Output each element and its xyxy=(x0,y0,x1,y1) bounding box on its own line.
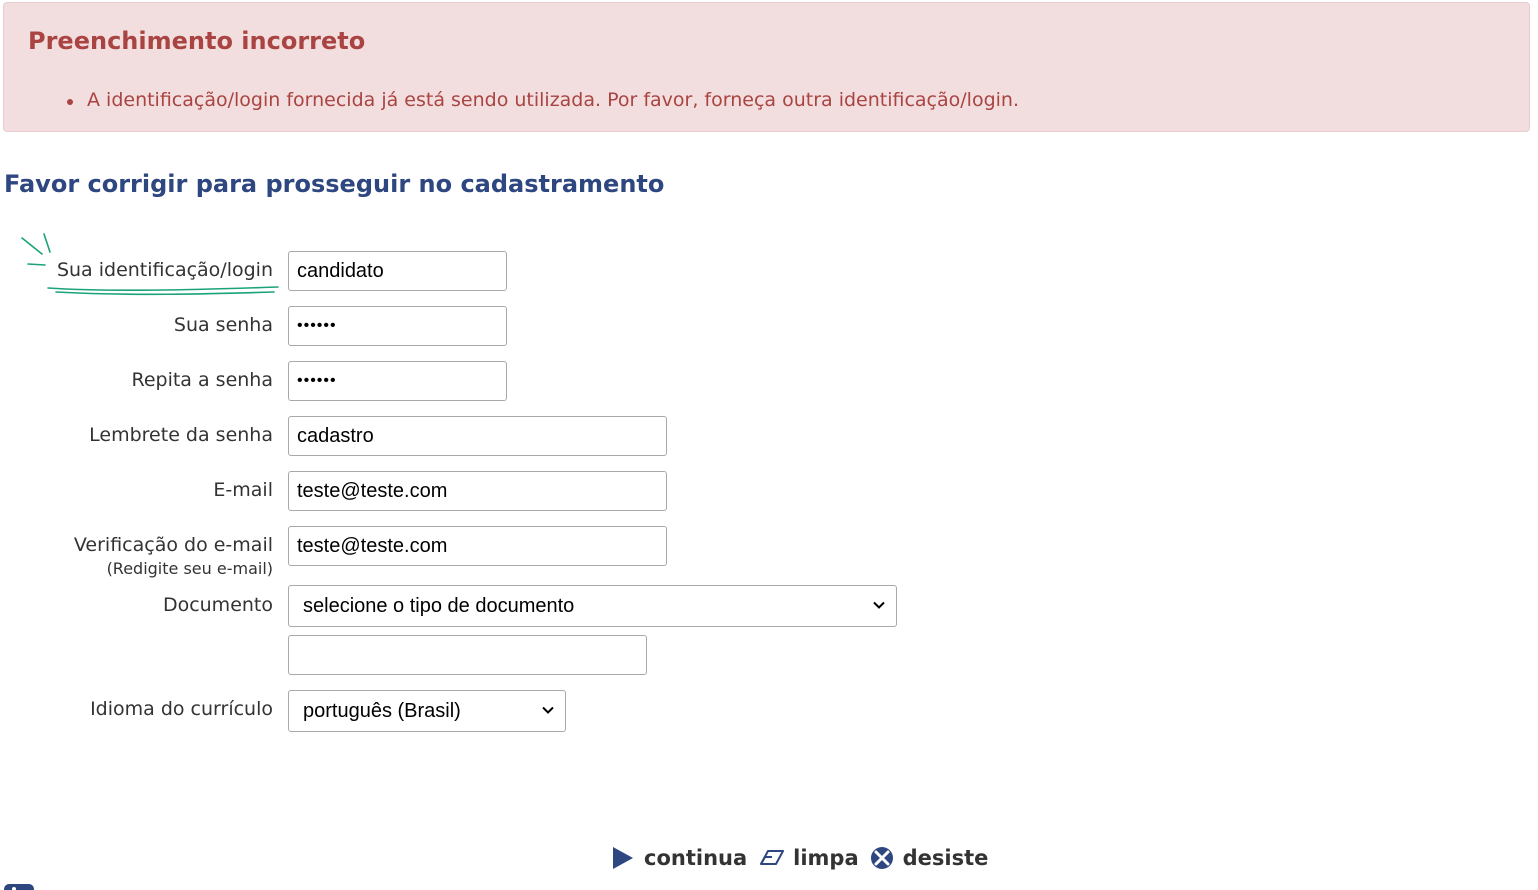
cancel-button[interactable]: desiste xyxy=(869,845,989,871)
clear-label: limpa xyxy=(793,846,859,870)
cv-language-select[interactable]: português (Brasil) xyxy=(288,690,566,732)
document-label: Documento xyxy=(162,594,273,616)
chevron-down-icon xyxy=(542,706,554,714)
form-actions: continua limpa desiste xyxy=(610,842,988,874)
error-alert: Preenchimento incorreto A identificação/… xyxy=(3,2,1530,132)
email-label: E-mail xyxy=(213,479,273,501)
login-label: Sua identificação/login xyxy=(56,259,273,281)
registration-page: Preenchimento incorreto A identificação/… xyxy=(0,0,1538,890)
alert-message: A identificação/login fornecida já está … xyxy=(64,89,1019,111)
play-icon xyxy=(613,847,633,869)
alert-message-list: A identificação/login fornecida já está … xyxy=(64,89,1019,111)
close-circle-icon xyxy=(870,847,893,869)
password-repeat-label: Repita a senha xyxy=(131,369,273,391)
email-verify-input[interactable] xyxy=(288,526,667,566)
password-hint-label: Lembrete da senha xyxy=(89,424,273,446)
password-repeat-input[interactable] xyxy=(288,361,507,401)
password-label: Sua senha xyxy=(173,314,273,336)
continue-button[interactable]: continua xyxy=(610,845,747,871)
cancel-label: desiste xyxy=(902,846,989,870)
chevron-down-icon xyxy=(873,601,885,609)
document-type-selected: selecione o tipo de documento xyxy=(303,595,575,617)
password-hint-input[interactable] xyxy=(288,416,667,456)
alert-title: Preenchimento incorreto xyxy=(28,27,366,55)
login-input[interactable] xyxy=(288,251,507,291)
accessibility-icon xyxy=(4,884,34,890)
cv-language-label: Idioma do currículo xyxy=(90,698,273,720)
email-verify-sublabel: (Redigite seu e-mail) xyxy=(106,559,273,578)
cv-language-selected: português (Brasil) xyxy=(303,700,461,722)
document-type-select[interactable]: selecione o tipo de documento xyxy=(288,585,897,627)
continue-label: continua xyxy=(644,846,748,870)
email-input[interactable] xyxy=(288,471,667,511)
document-number-input[interactable] xyxy=(288,635,647,675)
eraser-icon xyxy=(760,850,785,865)
clear-button[interactable]: limpa xyxy=(759,845,859,871)
page-heading: Favor corrigir para prosseguir no cadast… xyxy=(4,170,665,198)
password-input[interactable] xyxy=(288,306,507,346)
email-verify-label: Verificação do e-mail xyxy=(73,534,273,556)
